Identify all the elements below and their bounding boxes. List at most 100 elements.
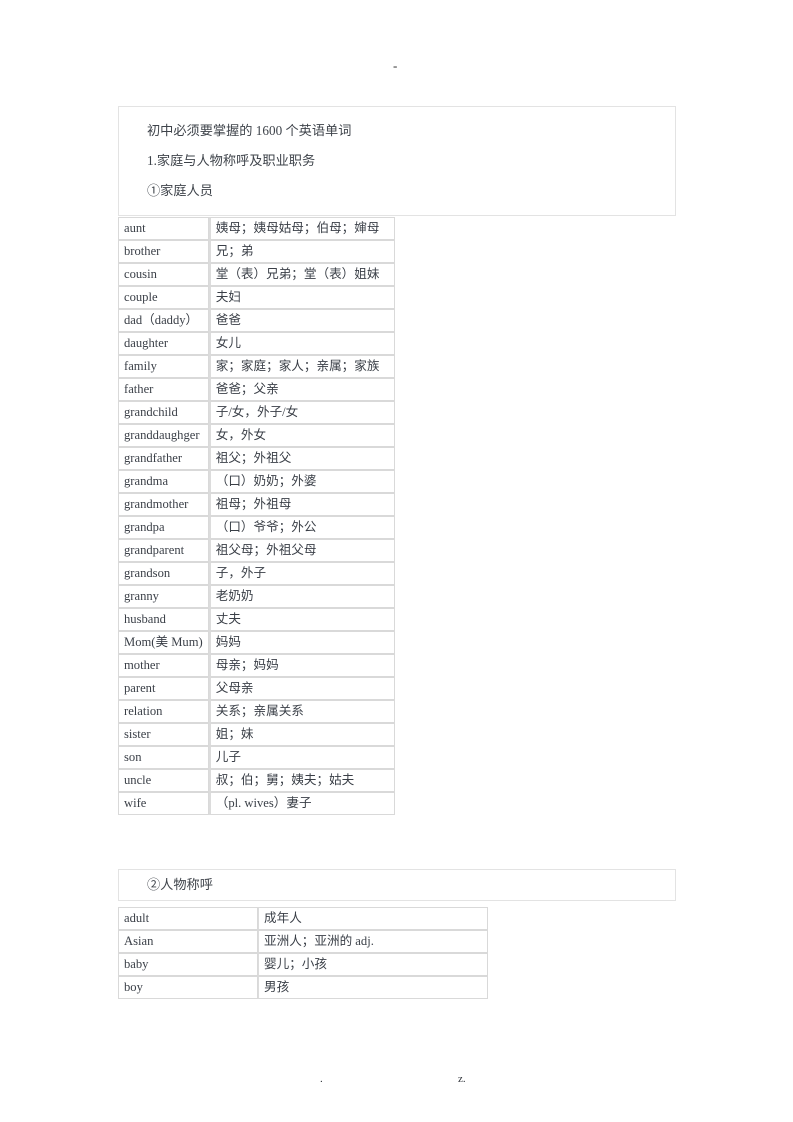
top-page-mark: - [393, 58, 398, 73]
family-meaning-cell: 子，外子 [208, 562, 395, 585]
table-row: relation 关系；亲属关系 [118, 700, 395, 723]
family-meaning-cell: 老奶奶 [208, 585, 395, 608]
table-row: adult 成年人 [118, 907, 488, 930]
table-row: grandchild 子/女，外子/女 [118, 401, 395, 424]
table-row: daughter 女儿 [118, 332, 395, 355]
family-term-cell: grandson [118, 562, 209, 585]
family-term-cell: grandpa [118, 516, 209, 539]
table-row: dad（daddy） 爸爸 [118, 309, 395, 332]
family-term-cell: parent [118, 677, 209, 700]
family-term-cell: Mom(美 Mum) [118, 631, 209, 654]
family-meaning-cell: 叔；伯；舅；姨夫；姑夫 [208, 769, 395, 792]
table-row: grandparent 祖父母；外祖父母 [118, 539, 395, 562]
table-row: aunt 姨母；姨母姑母；伯母；婶母 [118, 217, 395, 240]
family-meaning-cell: 妈妈 [208, 631, 395, 654]
table-row: grandpa （口）爷爷；外公 [118, 516, 395, 539]
table-row: husband 丈夫 [118, 608, 395, 631]
family-vocabulary-table: aunt 姨母；姨母姑母；伯母；婶母 brother 兄；弟 cousin 堂（表）兄弟；… [118, 217, 395, 815]
family-meaning-cell: 关系；亲属关系 [208, 700, 395, 723]
table-row: granny 老奶奶 [118, 585, 395, 608]
family-meaning-cell: 夫妇 [208, 286, 395, 309]
person-table-body: adult 成年人 Asian 亚洲人；亚洲的 adj. baby 婴儿；小孩 boy 男孩 [118, 907, 488, 999]
family-meaning-cell: 父母亲 [208, 677, 395, 700]
person-term-cell: adult [118, 907, 258, 930]
family-meaning-cell: 丈夫 [208, 608, 395, 631]
table-row: grandma （口）奶奶；外婆 [118, 470, 395, 493]
subsection-header-box-person: ②人物称呼 [118, 869, 676, 901]
subsection-heading-family: ①家庭人员 [147, 183, 213, 198]
family-meaning-cell: 爸爸；父亲 [208, 378, 395, 401]
family-term-cell: husband [118, 608, 209, 631]
table-row: couple 夫妇 [118, 286, 395, 309]
table-row: cousin 堂（表）兄弟；堂（表）姐妹 [118, 263, 395, 286]
family-term-cell: granddaughger [118, 424, 209, 447]
family-meaning-cell: 祖父母；外祖父母 [208, 539, 395, 562]
family-table-body: aunt 姨母；姨母姑母；伯母；婶母 brother 兄；弟 cousin 堂（表）兄弟；… [118, 217, 395, 815]
family-term-cell: uncle [118, 769, 209, 792]
table-row: father 爸爸；父亲 [118, 378, 395, 401]
family-meaning-cell: 姨母；姨母姑母；伯母；婶母 [208, 217, 395, 240]
family-term-cell: family [118, 355, 209, 378]
family-term-cell: son [118, 746, 209, 769]
family-term-cell: cousin [118, 263, 209, 286]
table-row: parent 父母亲 [118, 677, 395, 700]
family-term-cell: granny [118, 585, 209, 608]
family-meaning-cell: 女儿 [208, 332, 395, 355]
table-row: baby 婴儿；小孩 [118, 953, 488, 976]
family-meaning-cell: 女，外女 [208, 424, 395, 447]
family-term-cell: brother [118, 240, 209, 263]
family-term-cell: mother [118, 654, 209, 677]
person-term-cell: Asian [118, 930, 258, 953]
family-term-cell: wife [118, 792, 209, 815]
family-term-cell: dad（daddy） [118, 309, 209, 332]
person-term-cell: boy [118, 976, 258, 999]
family-term-cell: relation [118, 700, 209, 723]
table-row: Mom(美 Mum) 妈妈 [118, 631, 395, 654]
family-meaning-cell: 家；家庭；家人；亲属；家族 [208, 355, 395, 378]
table-row: Asian 亚洲人；亚洲的 adj. [118, 930, 488, 953]
family-meaning-cell: 子/女，外子/女 [208, 401, 395, 424]
document-header-box: 初中必须要掌握的 1600 个英语单词 1.家庭与人物称呼及职业职务 ①家庭人员 [118, 106, 676, 216]
family-meaning-cell: （口）奶奶；外婆 [208, 470, 395, 493]
section-heading: 1.家庭与人物称呼及职业职务 [147, 153, 316, 168]
person-meaning-cell: 亚洲人；亚洲的 adj. [258, 930, 488, 953]
table-row: uncle 叔；伯；舅；姨夫；姑夫 [118, 769, 395, 792]
footer-left-mark: . [320, 1073, 323, 1085]
table-row: son 儿子 [118, 746, 395, 769]
table-row: brother 兄；弟 [118, 240, 395, 263]
person-meaning-cell: 婴儿；小孩 [258, 953, 488, 976]
family-term-cell: couple [118, 286, 209, 309]
family-meaning-cell: （口）爷爷；外公 [208, 516, 395, 539]
family-meaning-cell: 堂（表）兄弟；堂（表）姐妹 [208, 263, 395, 286]
family-term-cell: grandchild [118, 401, 209, 424]
family-term-cell: grandfather [118, 447, 209, 470]
family-meaning-cell: 祖母；外祖母 [208, 493, 395, 516]
family-meaning-cell: 祖父；外祖父 [208, 447, 395, 470]
family-meaning-cell: 兄；弟 [208, 240, 395, 263]
family-term-cell: sister [118, 723, 209, 746]
table-row: sister 姐；妹 [118, 723, 395, 746]
family-meaning-cell: 儿子 [208, 746, 395, 769]
person-meaning-cell: 成年人 [258, 907, 488, 930]
person-term-cell: baby [118, 953, 258, 976]
page-title: 初中必须要掌握的 1600 个英语单词 [147, 123, 352, 138]
table-row: granddaughger 女，外女 [118, 424, 395, 447]
table-row: boy 男孩 [118, 976, 488, 999]
family-term-cell: aunt [118, 217, 209, 240]
footer-right-mark: z. [458, 1073, 466, 1085]
family-term-cell: father [118, 378, 209, 401]
family-term-cell: grandma [118, 470, 209, 493]
person-meaning-cell: 男孩 [258, 976, 488, 999]
family-term-cell: grandparent [118, 539, 209, 562]
person-vocabulary-table: adult 成年人 Asian 亚洲人；亚洲的 adj. baby 婴儿；小孩 boy 男孩 [118, 907, 488, 999]
table-row: grandfather 祖父；外祖父 [118, 447, 395, 470]
family-meaning-cell: 姐；妹 [208, 723, 395, 746]
family-meaning-cell: 爸爸 [208, 309, 395, 332]
family-term-cell: grandmother [118, 493, 209, 516]
table-row: grandmother 祖母；外祖母 [118, 493, 395, 516]
table-row: mother 母亲；妈妈 [118, 654, 395, 677]
family-meaning-cell: （pl. wives）妻子 [208, 792, 395, 815]
table-row: grandson 子，外子 [118, 562, 395, 585]
subsection-heading-person: ②人物称呼 [147, 877, 213, 892]
family-meaning-cell: 母亲；妈妈 [208, 654, 395, 677]
